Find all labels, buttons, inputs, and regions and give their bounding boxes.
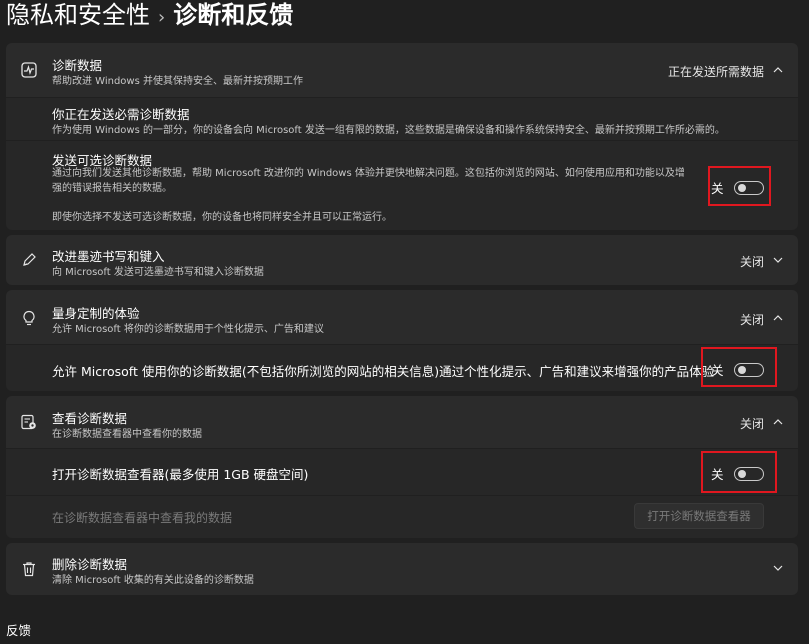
viewer-sub-text: 打开诊断数据查看器(最多使用 1GB 硬盘空间) [52,467,309,482]
breadcrumb-parent[interactable]: 隐私和安全性 [6,1,150,29]
highlight-box [708,166,771,206]
diagnostic-data-header[interactable]: 诊断数据 帮助改进 Windows 并使其保持安全、最新并按预期工作 正在发送所… [6,43,798,97]
lightbulb-icon [20,309,38,327]
tailored-status: 关闭 [739,313,764,327]
tailored-desc: 允许 Microsoft 将你的诊断数据用于个性化提示、广告和建议 [52,324,324,335]
data-viewer-icon [20,413,38,431]
tailored-experiences-card[interactable]: 量身定制的体验 允许 Microsoft 将你的诊断数据用于个性化提示、广告和建… [6,290,798,344]
view-diagnostic-card[interactable]: 查看诊断数据 在诊断数据查看器中查看你的数据 关闭 [6,396,798,448]
chevron-up-icon[interactable] [771,311,785,325]
tailored-sub-row: 允许 Microsoft 使用你的诊断数据(不包括你所浏览的网站的相关信息)通过… [6,345,798,391]
tailored-sub-text: 允许 Microsoft 使用你的诊断数据(不包括你所浏览的网站的相关信息)通过… [52,364,715,379]
inking-desc: 向 Microsoft 发送可选墨迹书写和键入诊断数据 [52,267,264,278]
inking-status: 关闭 [739,255,764,269]
breadcrumb-separator: › [158,7,166,28]
activity-icon [20,61,38,79]
diagnostic-desc: 帮助改进 Windows 并使其保持安全、最新并按预期工作 [52,76,303,87]
breadcrumb-current: 诊断和反馈 [173,1,294,29]
chevron-up-icon[interactable] [771,415,785,429]
viewer-open-row: 在诊断数据查看器中查看我的数据 打开诊断数据查看器 [6,496,798,538]
open-viewer-button[interactable]: 打开诊断数据查看器 [634,503,764,529]
required-diagnostic-row: 你正在发送必需诊断数据 作为使用 Windows 的一部分，你的设备会向 Mic… [6,98,798,140]
viewer-status: 关闭 [739,417,764,431]
chevron-down-icon[interactable] [771,253,785,267]
page-title: 隐私和安全性 › 诊断和反馈 [6,0,293,32]
optional-desc: 通过向我们发送其他诊断数据，帮助 Microsoft 改进你的 Windows … [52,168,685,194]
delete-diagnostic-card[interactable]: 删除诊断数据 清除 Microsoft 收集的有关此设备的诊断数据 [6,543,798,595]
chevron-down-icon[interactable] [771,561,785,575]
pen-icon [20,251,38,269]
chevron-up-icon[interactable] [771,63,785,77]
optional-note: 即使你选择不发送可选诊断数据，你的设备也将同样安全并且可以正常运行。 [52,212,392,223]
viewer-desc: 在诊断数据查看器中查看你的数据 [52,429,202,440]
diagnostic-status: 正在发送所需数据 [667,65,764,79]
highlight-box [701,347,777,387]
required-desc: 作为使用 Windows 的一部分，你的设备会向 Microsoft 发送一组有… [52,125,725,136]
delete-desc: 清除 Microsoft 收集的有关此设备的诊断数据 [52,575,254,586]
highlight-box [701,451,777,493]
trash-icon [20,560,38,578]
optional-diagnostic-row: 发送可选诊断数据 通过向我们发送其他诊断数据，帮助 Microsoft 改进你的… [6,141,798,230]
view-my-data-text: 在诊断数据查看器中查看我的数据 [52,511,233,525]
inking-typing-card[interactable]: 改进墨迹书写和键入 向 Microsoft 发送可选墨迹书写和键入诊断数据 关闭 [6,235,798,285]
feedback-section-label: 反馈 [6,623,32,638]
viewer-toggle-row: 打开诊断数据查看器(最多使用 1GB 硬盘空间) 关 [6,449,798,495]
